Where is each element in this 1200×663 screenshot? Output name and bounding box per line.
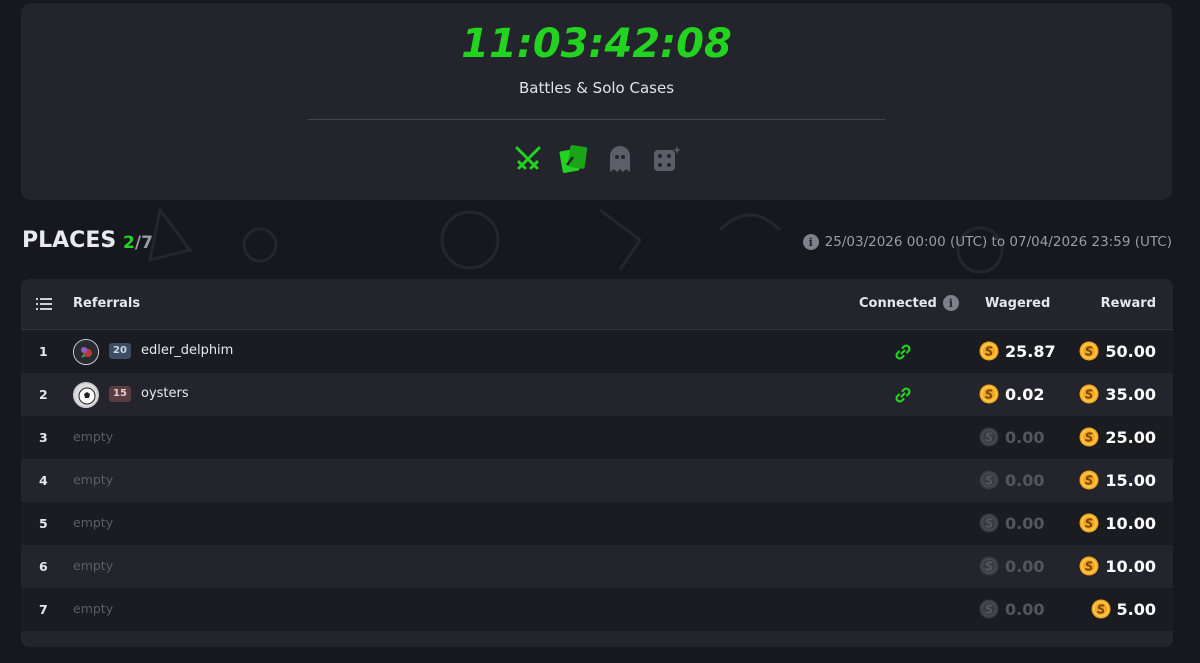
coin-icon bbox=[1079, 427, 1099, 447]
coin-icon bbox=[979, 556, 999, 576]
event-header-card: 11:03:42:08 Battles & Solo Cases bbox=[21, 3, 1172, 200]
connected-status bbox=[894, 386, 912, 408]
wagered-amount: 0.00 bbox=[979, 599, 1044, 619]
crossed-swords-icon[interactable] bbox=[511, 142, 545, 176]
table-row: 6 empty 0.00 10.00 bbox=[21, 545, 1173, 588]
reward-value: 10.00 bbox=[1105, 556, 1156, 576]
reward-value: 50.00 bbox=[1105, 341, 1156, 361]
table-row: 2 15 oysters 0.02 35.00 bbox=[21, 373, 1173, 416]
coin-icon bbox=[979, 427, 999, 447]
link-icon[interactable] bbox=[894, 343, 912, 361]
game-icons bbox=[21, 142, 1172, 176]
reward-amount: 10.00 bbox=[1079, 556, 1156, 576]
row-rank: 7 bbox=[39, 602, 48, 617]
places-count: 2/7 bbox=[123, 233, 153, 253]
username[interactable]: oysters bbox=[141, 386, 189, 401]
places-dash: - bbox=[106, 232, 112, 251]
reward-value: 15.00 bbox=[1105, 470, 1156, 490]
referrals-table: Referrals Connected i Wagered Reward 1 20… bbox=[21, 279, 1173, 647]
date-range: i 25/03/2026 00:00 (UTC) to 07/04/2026 2… bbox=[802, 234, 1172, 250]
coin-icon bbox=[979, 599, 999, 619]
row-rank: 5 bbox=[39, 516, 48, 531]
empty-slot: empty bbox=[73, 601, 114, 616]
row-rank: 4 bbox=[39, 473, 48, 488]
date-range-text: 25/03/2026 00:00 (UTC) to 07/04/2026 23:… bbox=[824, 234, 1172, 250]
header-reward: Reward bbox=[1100, 296, 1156, 311]
wagered-value: 0.00 bbox=[1005, 556, 1045, 576]
row-rank: 6 bbox=[39, 559, 48, 574]
empty-slot: empty bbox=[73, 472, 114, 487]
wagered-amount: 25.87 bbox=[979, 341, 1056, 361]
header-connected-label: Connected bbox=[859, 295, 937, 311]
wagered-value: 25.87 bbox=[1005, 341, 1056, 361]
info-icon[interactable]: i bbox=[802, 234, 819, 250]
table-row: 3 empty 0.00 25.00 bbox=[21, 416, 1173, 459]
username[interactable]: edler_delphim bbox=[141, 343, 233, 358]
empty-slot: empty bbox=[73, 515, 114, 530]
reward-amount: 15.00 bbox=[1079, 470, 1156, 490]
coin-icon bbox=[979, 513, 999, 533]
wagered-value: 0.00 bbox=[1005, 470, 1045, 490]
event-subtitle: Battles & Solo Cases bbox=[518, 79, 675, 97]
reward-amount: 25.00 bbox=[1079, 427, 1156, 447]
table-row: 4 empty 0.00 15.00 bbox=[21, 459, 1173, 502]
reward-amount: 35.00 bbox=[1079, 384, 1156, 404]
reward-amount: 5.00 bbox=[1091, 599, 1156, 619]
coin-icon bbox=[1079, 384, 1099, 404]
reward-amount: 50.00 bbox=[1079, 341, 1156, 361]
wagered-amount: 0.00 bbox=[979, 427, 1044, 447]
reward-value: 5.00 bbox=[1116, 599, 1156, 619]
empty-slot: empty bbox=[73, 429, 114, 444]
wagered-value: 0.00 bbox=[1005, 427, 1045, 447]
coin-icon bbox=[979, 470, 999, 490]
coin-icon bbox=[1079, 341, 1099, 361]
table-row: 1 20 edler_delphim 25.87 50.00 bbox=[21, 330, 1173, 373]
reward-value: 10.00 bbox=[1105, 513, 1156, 533]
header-wagered: Wagered bbox=[985, 296, 1051, 311]
reward-amount: 10.00 bbox=[1079, 513, 1156, 533]
coin-icon bbox=[1079, 470, 1099, 490]
link-icon[interactable] bbox=[894, 386, 912, 404]
divider bbox=[308, 119, 885, 120]
countdown-timer: 11:03:42:08 bbox=[461, 21, 732, 67]
coin-icon bbox=[1079, 556, 1099, 576]
coin-icon bbox=[979, 341, 999, 361]
header-referrals: Referrals bbox=[73, 296, 141, 311]
coin-icon bbox=[1091, 599, 1111, 619]
table-row: 7 empty 0.00 5.00 bbox=[21, 588, 1173, 631]
places-total: 7 bbox=[141, 233, 153, 253]
row-rank: 3 bbox=[39, 430, 48, 445]
row-rank: 1 bbox=[39, 344, 48, 359]
connected-status bbox=[894, 343, 912, 365]
wagered-value: 0.00 bbox=[1005, 599, 1045, 619]
list-icon bbox=[36, 297, 52, 315]
row-rank: 2 bbox=[39, 387, 48, 402]
wagered-value: 0.02 bbox=[1005, 384, 1045, 404]
reward-value: 25.00 bbox=[1105, 427, 1156, 447]
places-title: PLACES bbox=[22, 228, 117, 253]
avatar[interactable] bbox=[73, 382, 99, 408]
reward-value: 35.00 bbox=[1105, 384, 1156, 404]
table-row: 5 empty 0.00 10.00 bbox=[21, 502, 1173, 545]
wagered-amount: 0.00 bbox=[979, 556, 1044, 576]
cards-icon[interactable] bbox=[557, 142, 591, 176]
places-current: 2 bbox=[123, 233, 135, 253]
coin-icon bbox=[1079, 513, 1099, 533]
coin-icon bbox=[979, 384, 999, 404]
level-badge: 15 bbox=[109, 386, 131, 402]
wagered-amount: 0.00 bbox=[979, 470, 1044, 490]
dice-icon[interactable] bbox=[649, 142, 683, 176]
empty-slot: empty bbox=[73, 558, 114, 573]
ghost-icon[interactable] bbox=[603, 142, 637, 176]
wagered-amount: 0.02 bbox=[979, 384, 1044, 404]
table-header: Referrals Connected i Wagered Reward bbox=[21, 279, 1173, 330]
wagered-value: 0.00 bbox=[1005, 513, 1045, 533]
table-body: 1 20 edler_delphim 25.87 50.00 2 15 oysters 0.02… bbox=[21, 330, 1173, 631]
header-connected: Connected i bbox=[859, 295, 959, 311]
wagered-amount: 0.00 bbox=[979, 513, 1044, 533]
info-icon[interactable]: i bbox=[942, 295, 959, 311]
avatar[interactable] bbox=[73, 339, 99, 365]
level-badge: 20 bbox=[109, 343, 131, 359]
